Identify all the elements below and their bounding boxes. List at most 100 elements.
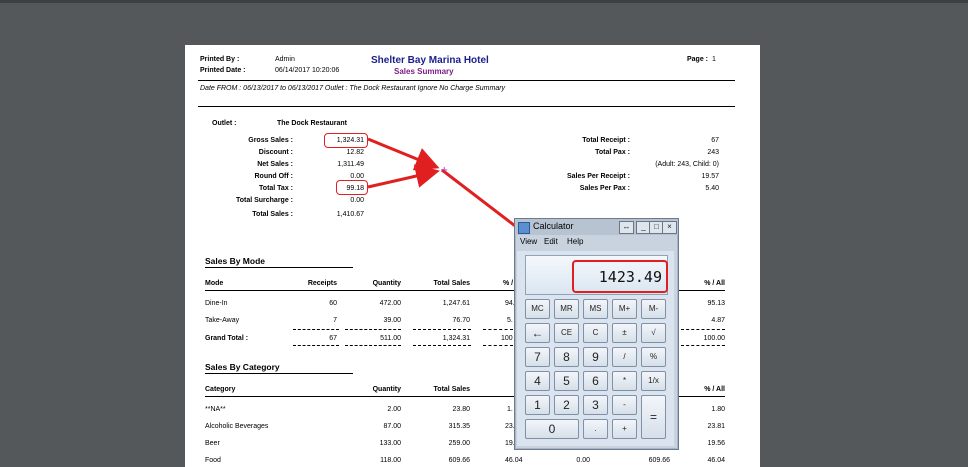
- pct-all-cell: 4.87: [711, 317, 725, 324]
- sales-per-pax-label: Sales Per Pax :: [579, 185, 630, 192]
- mc-button[interactable]: MC: [525, 299, 550, 319]
- receipts-cell: 7: [333, 317, 337, 324]
- net-sales-label: Net Sales :: [257, 161, 293, 168]
- sales-per-pax-value: 5.40: [705, 185, 719, 192]
- quantity-cell: 39.00: [383, 317, 401, 324]
- receipts-cell: 60: [329, 300, 337, 307]
- total-dash: [413, 329, 471, 330]
- ms-button[interactable]: MS: [583, 299, 608, 319]
- key-3[interactable]: 3: [583, 395, 608, 415]
- extra-cell: 609.66: [648, 457, 670, 464]
- mode-header-pct: % /: [503, 280, 514, 287]
- key-4[interactable]: 4: [525, 371, 550, 391]
- mode-header-total-sales: Total Sales: [433, 280, 470, 287]
- category-title-underline: [205, 373, 353, 374]
- mode-cell: Take-Away: [205, 317, 240, 324]
- printed-by-value: Admin: [275, 56, 295, 63]
- decimal-button[interactable]: .: [583, 419, 608, 439]
- gross-sales-label: Gross Sales :: [248, 137, 293, 144]
- subtract-button[interactable]: -: [612, 395, 637, 415]
- total-pax-value: 243: [707, 149, 719, 156]
- percent-button[interactable]: %: [641, 347, 666, 367]
- menu-edit[interactable]: Edit: [544, 237, 558, 246]
- sales-per-receipt-label: Sales Per Receipt :: [566, 173, 630, 180]
- close-icon[interactable]: ×: [662, 221, 677, 234]
- category-header-quantity: Quantity: [372, 386, 401, 393]
- net-sales-value: 1,311.49: [337, 161, 364, 168]
- ce-button[interactable]: CE: [554, 323, 579, 343]
- total-pax-label: Total Pax :: [595, 149, 630, 156]
- discount-label: Discount :: [258, 149, 293, 156]
- calculator-window[interactable]: Calculator ↔ _ □ × View Edit Help 1423.4…: [514, 218, 679, 450]
- key-9[interactable]: 9: [583, 347, 608, 367]
- category-cell: Beer: [205, 440, 220, 447]
- total-dash: [293, 345, 339, 346]
- outlet-name: The Dock Restaurant: [277, 120, 348, 127]
- calculator-menu-bar: View Edit Help: [515, 236, 678, 249]
- extra-cell: 0.00: [576, 457, 590, 464]
- round-off-label: Round Off :: [254, 173, 294, 180]
- mr-button[interactable]: MR: [554, 299, 579, 319]
- reciprocal-button[interactable]: 1/x: [641, 371, 666, 391]
- calculator-app-icon: [518, 222, 530, 234]
- mode-header-receipts: Receipts: [307, 280, 337, 287]
- grand-total-sales: 1,324.31: [442, 335, 470, 342]
- key-8[interactable]: 8: [554, 347, 579, 367]
- plus-minus-button[interactable]: ±: [612, 323, 637, 343]
- gross-sales-highlight: [324, 133, 368, 148]
- menu-help[interactable]: Help: [567, 237, 583, 246]
- backspace-button[interactable]: ←: [525, 323, 550, 343]
- sqrt-button[interactable]: √: [641, 323, 666, 343]
- total-sales-value: 1,410.67: [336, 211, 364, 218]
- pct-cell: 46.04: [505, 457, 523, 464]
- calculator-title-bar[interactable]: Calculator ↔ _ □ ×: [515, 219, 678, 235]
- total-receipt-value: 67: [711, 137, 719, 144]
- mode-header-mode: Mode: [205, 280, 224, 287]
- clear-button[interactable]: C: [583, 323, 608, 343]
- mode-header-quantity: Quantity: [372, 280, 401, 287]
- total-sales-cell: 23.80: [452, 406, 470, 413]
- date-range-line: Date FROM : 06/13/2017 to 06/13/2017 Out…: [200, 85, 506, 92]
- quantity-cell: 133.00: [379, 440, 401, 447]
- calculator-title: Calculator: [533, 221, 574, 231]
- date-rule: [198, 106, 735, 107]
- printed-date-value: 06/14/2017 10:20:06: [275, 67, 340, 74]
- total-receipt-label: Total Receipt :: [582, 137, 630, 144]
- grand-total-label: Grand Total :: [205, 335, 249, 342]
- quantity-cell: 2.00: [387, 406, 401, 413]
- printed-date-label: Printed Date :: [200, 67, 246, 74]
- report-subtitle: Sales Summary: [394, 67, 454, 76]
- equals-button[interactable]: =: [641, 395, 666, 439]
- key-7[interactable]: 7: [525, 347, 550, 367]
- divide-button[interactable]: /: [612, 347, 637, 367]
- total-sales-cell: 259.00: [448, 440, 470, 447]
- category-header-category: Category: [205, 386, 236, 393]
- page-label: Page :: [687, 56, 709, 63]
- grand-total-receipts: 67: [329, 335, 337, 342]
- total-dash: [483, 329, 513, 330]
- display-highlight: [572, 260, 668, 293]
- multiply-button[interactable]: *: [612, 371, 637, 391]
- key-5[interactable]: 5: [554, 371, 579, 391]
- hotel-name: Shelter Bay Marina Hotel: [371, 55, 489, 66]
- add-button[interactable]: +: [612, 419, 637, 439]
- resize-icon[interactable]: ↔: [619, 221, 634, 234]
- pct-cell: 1.: [507, 406, 513, 413]
- total-sales-cell: 609.66: [448, 457, 470, 464]
- total-dash: [681, 329, 725, 330]
- header-rule: [198, 80, 735, 81]
- total-dash: [293, 329, 339, 330]
- category-cell: **NA**: [205, 406, 226, 413]
- key-1[interactable]: 1: [525, 395, 550, 415]
- mode-header-pct-all: % / All: [704, 280, 725, 287]
- m-minus-button[interactable]: M-: [641, 299, 666, 319]
- m-plus-button[interactable]: M+: [612, 299, 637, 319]
- key-0[interactable]: 0: [525, 419, 579, 439]
- quantity-cell: 118.00: [380, 457, 401, 464]
- printed-by-label: Printed By :: [200, 56, 240, 63]
- key-6[interactable]: 6: [583, 371, 608, 391]
- menu-view[interactable]: View: [520, 237, 537, 246]
- pct-all-cell: 46.04: [707, 457, 725, 464]
- total-dash: [483, 345, 513, 346]
- key-2[interactable]: 2: [554, 395, 579, 415]
